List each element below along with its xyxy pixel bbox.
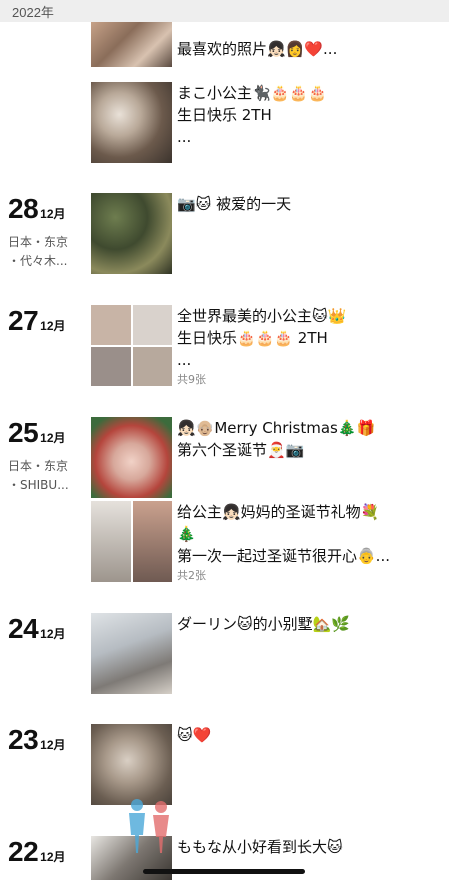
post-text: ダーリン🐱的小别墅🏡🌿 — [177, 615, 350, 633]
date-label: 28 12月 — [8, 193, 66, 225]
post-text: ももな从小好看到长大🐱 — [177, 838, 343, 856]
post-text: 给公主👧🏻妈妈的圣诞节礼物💐 🎄 第一次一起过圣诞节很开心👵... — [177, 503, 390, 565]
watermark-figures-icon — [129, 799, 169, 853]
date-month: 12月 — [40, 738, 66, 752]
date-month: 12月 — [40, 627, 66, 641]
location-line: 日本・东京 — [8, 459, 69, 473]
post-thumbnail[interactable] — [91, 82, 172, 163]
post-thumbnail[interactable] — [91, 193, 172, 274]
date-label: 23 12月 — [8, 724, 66, 756]
location-line: ・代々木... — [8, 254, 68, 268]
post-text: 全世界最美的小公主🐱👑 生日快乐🎂🎂🎂 2TH ... — [177, 307, 347, 369]
date-month: 12月 — [40, 207, 66, 221]
date-month: 12月 — [40, 850, 66, 864]
location-line: ・SHIBU... — [8, 478, 69, 492]
photo-count: 共2张 — [177, 569, 206, 582]
date-day: 25 — [8, 417, 39, 448]
date-label: 25 12月 — [8, 417, 66, 449]
date-month: 12月 — [40, 431, 66, 445]
post-thumbnail[interactable] — [91, 724, 172, 805]
location: 日本・东京 ・SHIBU... — [8, 457, 88, 495]
date-label: 22 12月 — [8, 836, 66, 868]
post-thumbnail[interactable] — [91, 20, 172, 67]
date-day: 23 — [8, 724, 39, 755]
photo-count: 共9张 — [177, 373, 206, 386]
post-text: 👧🏻👴🏼Merry Christmas🎄🎁 第六个圣诞节🎅📷 — [177, 419, 376, 459]
year-header: 2022年 — [0, 0, 449, 22]
date-day: 27 — [8, 305, 39, 336]
post-text: 最喜欢的照片👧🏻👩❤️... — [177, 40, 338, 58]
date-day: 24 — [8, 613, 39, 644]
date-month: 12月 — [40, 319, 66, 333]
date-label: 27 12月 — [8, 305, 66, 337]
post-text: 📷🐱 被爱的一天 — [177, 195, 292, 213]
post-thumbnail[interactable] — [91, 305, 172, 386]
post-thumbnail[interactable] — [91, 501, 172, 582]
date-day: 28 — [8, 193, 39, 224]
location-line: 日本・东京 — [8, 235, 69, 249]
date-label: 24 12月 — [8, 613, 66, 645]
post-thumbnail[interactable] — [91, 613, 172, 694]
location: 日本・东京 ・代々木... — [8, 233, 88, 271]
post-text: まこ小公主🐈‍⬛🎂🎂🎂 生日快乐 2TH ... — [177, 84, 327, 146]
post-thumbnail[interactable] — [91, 417, 172, 498]
post-text: 🐱❤️ — [177, 726, 212, 744]
year-label: 2022年 — [12, 5, 54, 20]
home-indicator[interactable] — [143, 869, 305, 874]
moments-feed[interactable]: 最喜欢的照片👧🏻👩❤️... まこ小公主🐈‍⬛🎂🎂🎂 生日快乐 2TH ... … — [0, 0, 449, 880]
date-day: 22 — [8, 836, 39, 867]
